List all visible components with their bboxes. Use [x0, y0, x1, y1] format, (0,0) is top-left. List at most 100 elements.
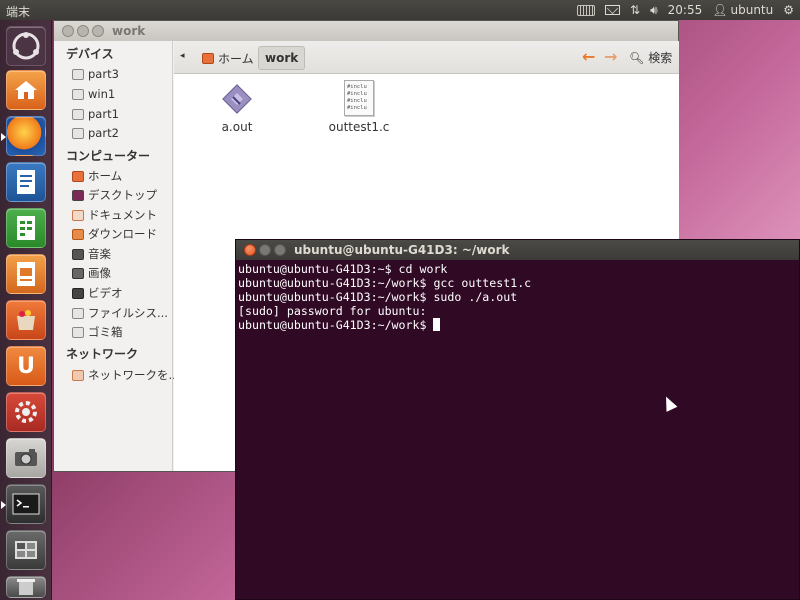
camera-icon: [15, 449, 37, 466]
workspace-switcher-launcher[interactable]: [6, 530, 46, 570]
window-title: work: [112, 24, 146, 38]
terminal-line: ubuntu@ubuntu-G41D3:~/work$ sudo ./a.out: [238, 290, 518, 304]
presentation-icon: [17, 262, 35, 286]
sidebar-item-videos[interactable]: ビデオ: [72, 285, 123, 301]
firefox-launcher[interactable]: [1, 116, 46, 156]
dash-button[interactable]: [6, 26, 46, 66]
user-name: ubuntu: [730, 3, 774, 17]
camera-launcher[interactable]: [6, 438, 46, 478]
close-button[interactable]: [244, 244, 256, 256]
terminal-window: ubuntu@ubuntu-G41D3: ~/work ubuntu@ubunt…: [235, 239, 800, 600]
file-item-a-out[interactable]: a.out: [197, 82, 277, 134]
sidebar-item-label: win1: [88, 87, 116, 101]
chevron-left-icon[interactable]: ◂: [180, 51, 185, 61]
sidebar-item-filesystem[interactable]: ファイルシス...: [72, 305, 168, 321]
impress-launcher[interactable]: [6, 254, 46, 294]
sidebar-item-label: ファイルシス...: [88, 306, 168, 320]
breadcrumb-current[interactable]: work: [258, 46, 306, 70]
maximize-button[interactable]: [274, 244, 286, 256]
sidebar-item-trash[interactable]: ゴミ箱: [72, 324, 123, 340]
sidebar-item-downloads[interactable]: ダウンロード: [72, 226, 157, 242]
gear-icon[interactable]: ⚙: [783, 2, 794, 18]
devices-header: デバイス: [66, 47, 114, 61]
spreadsheet-icon: [17, 216, 35, 240]
sidebar-item-documents[interactable]: ドキュメント: [72, 207, 157, 223]
shopping-bag-icon: [17, 310, 35, 330]
home-icon: [202, 52, 214, 64]
writer-launcher[interactable]: [6, 162, 46, 202]
mail-icon[interactable]: [605, 2, 621, 18]
sidebar-item-label: part3: [88, 67, 119, 81]
system-settings-launcher[interactable]: [6, 392, 46, 432]
maximize-button[interactable]: [92, 25, 104, 37]
workspace-icon: [15, 541, 37, 559]
keyboard-icon[interactable]: [577, 2, 596, 18]
downloads-icon: [72, 228, 84, 240]
clock[interactable]: 20:55: [668, 2, 703, 18]
breadcrumb-home[interactable]: ホーム: [196, 46, 260, 70]
sidebar-item-home[interactable]: ホーム: [72, 168, 122, 184]
places-sidebar: デバイス part3 win1 part1 part2 コンピューター ホーム …: [54, 41, 179, 471]
sidebar-item-part1[interactable]: part1: [72, 107, 119, 121]
sidebar-item-network[interactable]: ネットワークを...: [72, 367, 179, 383]
breadcrumb-current-label: work: [265, 51, 299, 65]
drive-icon: [72, 88, 84, 100]
sidebar-item-label: ネットワークを...: [88, 368, 180, 382]
home-folder-launcher[interactable]: [6, 70, 46, 110]
sidebar-item-label: ドキュメント: [88, 208, 157, 222]
sidebar-item-music[interactable]: 音楽: [72, 246, 111, 262]
file-item-outtest1-c[interactable]: #inclu #inclu #inclu #inclu outtest1.c: [319, 80, 399, 134]
network-icon[interactable]: ⇅: [630, 2, 640, 18]
file-manager-toolbar: ◂ ホーム work ← → 🔍︎ 検索: [174, 41, 679, 74]
home-icon: [72, 170, 84, 182]
terminal-prompt-line: ubuntu@ubuntu-G41D3:~/work$: [238, 318, 797, 332]
terminal-line: ubuntu@ubuntu-G41D3:~$ cd work: [238, 262, 448, 276]
calc-launcher[interactable]: [6, 208, 46, 248]
sidebar-item-win1[interactable]: win1: [72, 87, 115, 101]
search-label: 検索: [648, 51, 673, 65]
terminal-title: ubuntu@ubuntu-G41D3: ~/work: [294, 243, 510, 257]
documents-icon: [72, 209, 84, 221]
launcher: U: [0, 20, 52, 600]
minimize-button[interactable]: [77, 25, 89, 37]
terminal-prompt: ubuntu@ubuntu-G41D3:~/work$: [238, 318, 434, 332]
terminal-titlebar[interactable]: ubuntu@ubuntu-G41D3: ~/work: [236, 240, 799, 260]
c-source-icon: #inclu #inclu #inclu #inclu: [344, 80, 374, 116]
file-name: outtest1.c: [328, 120, 390, 134]
indicator-area: ⇅ 🔊︎ 20:55 👤︎ ubuntu ⚙: [577, 2, 794, 18]
settings-gear-icon: [15, 401, 37, 423]
software-center-launcher[interactable]: [6, 300, 46, 340]
ubuntu-one-icon: U: [17, 353, 35, 379]
sidebar-item-part2[interactable]: part2: [72, 126, 119, 140]
desktop-icon: [72, 189, 84, 201]
trash-launcher[interactable]: [6, 576, 46, 598]
terminal-launcher[interactable]: [1, 484, 46, 524]
terminal-output[interactable]: ubuntu@ubuntu-G41D3:~$ cd work ubuntu@ubu…: [238, 262, 797, 599]
sidebar-item-label: ダウンロード: [88, 227, 157, 241]
sidebar-item-label: デスクトップ: [88, 188, 157, 202]
sidebar-item-label: ゴミ箱: [88, 325, 123, 339]
file-manager-titlebar[interactable]: work: [54, 21, 678, 41]
sidebar-item-desktop[interactable]: デスクトップ: [72, 187, 157, 203]
search-button[interactable]: 🔍︎ 検索: [629, 49, 672, 66]
sidebar-item-label: ビデオ: [88, 286, 123, 300]
pictures-icon: [72, 267, 84, 279]
volume-icon[interactable]: 🔊︎: [650, 2, 658, 18]
drive-icon: [72, 127, 84, 139]
terminal-icon: [12, 493, 40, 515]
minimize-button[interactable]: [259, 244, 271, 256]
music-icon: [72, 248, 84, 260]
file-name: a.out: [221, 120, 253, 134]
close-button[interactable]: [62, 25, 74, 37]
ubuntu-one-launcher[interactable]: U: [6, 346, 46, 386]
videos-icon: [72, 287, 84, 299]
sidebar-item-part3[interactable]: part3: [72, 67, 119, 81]
search-icon: 🔍︎: [629, 50, 645, 65]
back-arrow-icon[interactable]: ←: [582, 47, 595, 66]
user-menu[interactable]: 👤︎ ubuntu: [712, 2, 773, 18]
sidebar-item-label: ホーム: [88, 169, 123, 183]
terminal-line: [sudo] password for ubuntu:: [238, 304, 427, 318]
sidebar-item-pictures[interactable]: 画像: [72, 265, 111, 281]
forward-arrow-icon[interactable]: →: [604, 47, 617, 66]
trash-icon: [17, 579, 35, 595]
